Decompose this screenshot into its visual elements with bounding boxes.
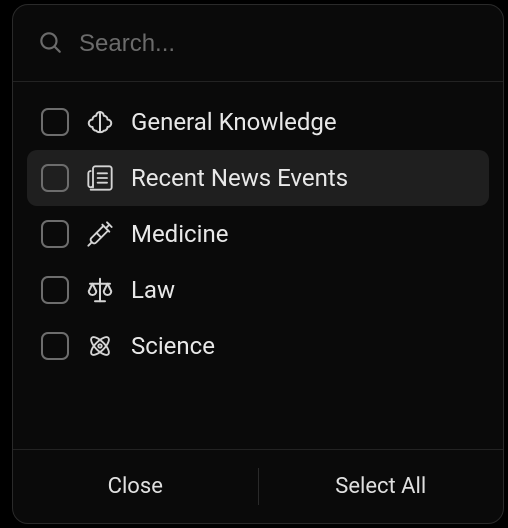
category-list: General Knowledge Recent News Events [13,82,503,378]
scales-icon [85,275,115,305]
row-label: Recent News Events [131,164,348,192]
search-icon [37,29,63,59]
checkbox-recent-news-events[interactable] [41,164,69,192]
row-science[interactable]: Science [27,318,489,374]
row-label: Medicine [131,220,228,248]
checkbox-medicine[interactable] [41,220,69,248]
row-label: Science [131,332,215,360]
row-recent-news-events[interactable]: Recent News Events [27,150,489,206]
close-button-label: Close [108,474,163,499]
newspaper-icon [85,163,115,193]
row-label: Law [131,276,175,304]
brain-icon [85,107,115,137]
row-medicine[interactable]: Medicine [27,206,489,262]
atom-icon [85,331,115,361]
row-law[interactable]: Law [27,262,489,318]
checkbox-general-knowledge[interactable] [41,108,69,136]
selection-panel: General Knowledge Recent News Events [12,4,504,524]
select-all-button-label: Select All [335,474,426,499]
checkbox-science[interactable] [41,332,69,360]
checkbox-law[interactable] [41,276,69,304]
syringe-icon [85,219,115,249]
row-general-knowledge[interactable]: General Knowledge [27,94,489,150]
row-label: General Knowledge [131,108,337,136]
footer: Close Select All [13,449,503,523]
search-row [13,5,503,82]
close-button[interactable]: Close [13,450,258,523]
select-all-button[interactable]: Select All [259,450,504,523]
search-input[interactable] [79,30,479,58]
